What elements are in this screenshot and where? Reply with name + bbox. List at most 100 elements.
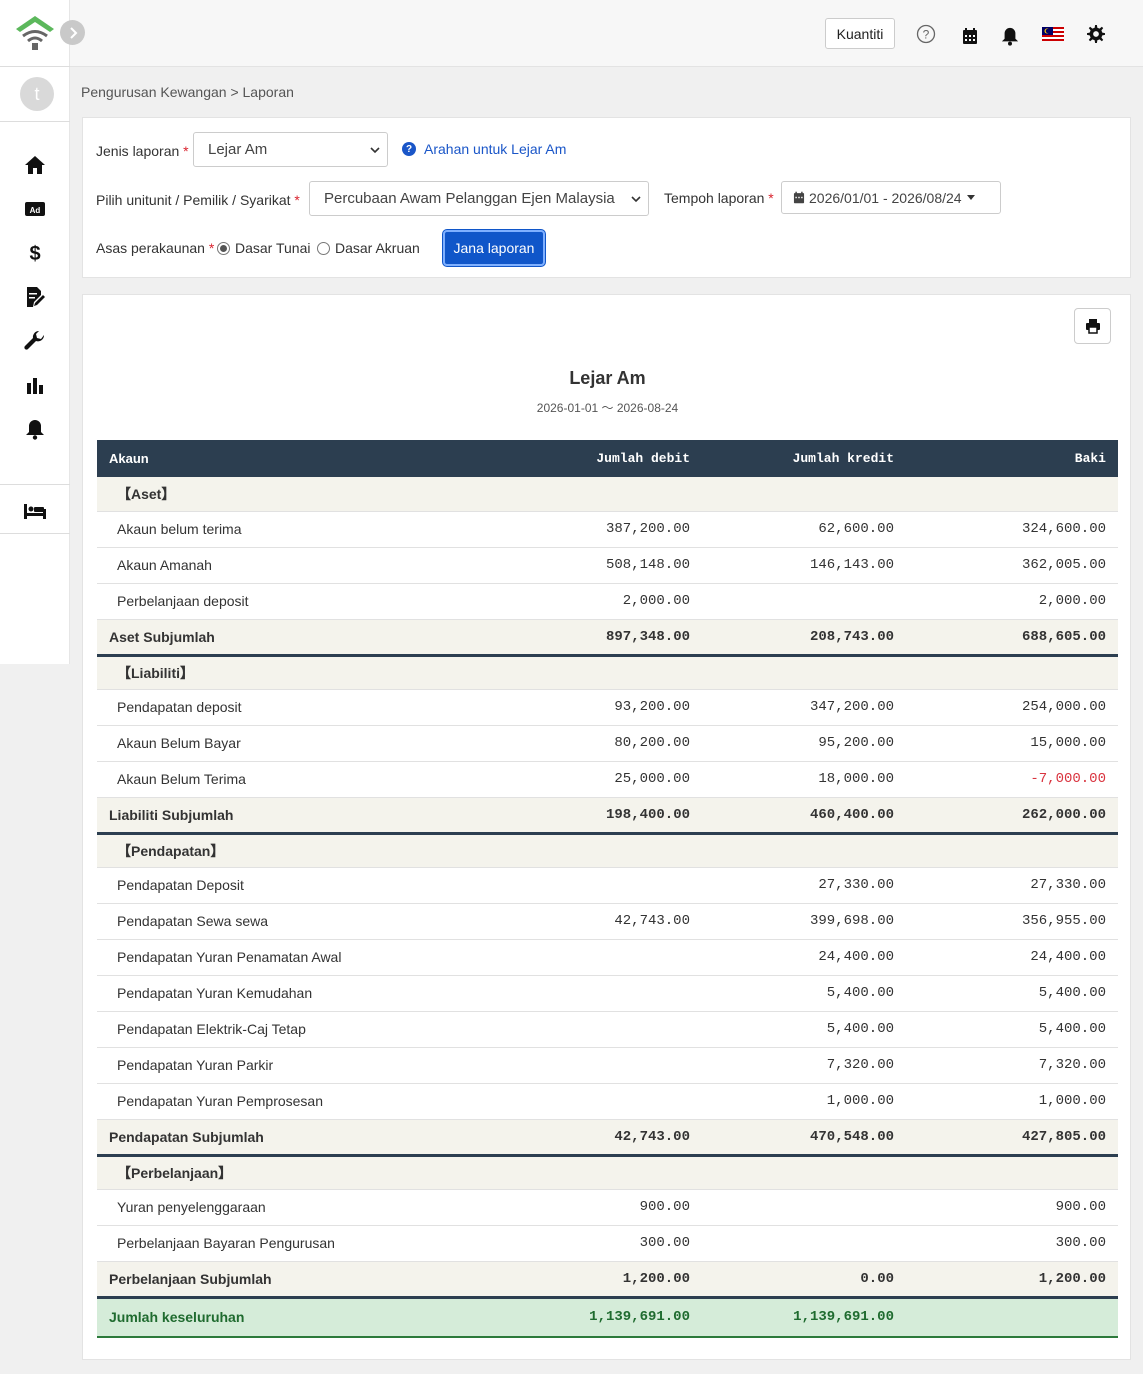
balance-cell: 15,000.00: [906, 725, 1118, 762]
account-name: Pendapatan Deposit: [97, 867, 497, 904]
table-row: Akaun belum terima 387,200.00 62,600.00 324…: [97, 511, 1118, 548]
category-row: 【Liabiliti】: [97, 655, 1118, 690]
table-row: Akaun Amanah 508,148.00 146,143.00 362,005.…: [97, 547, 1118, 584]
sidebar-toggle-button[interactable]: [60, 20, 85, 45]
radio-circle[interactable]: [317, 241, 330, 255]
radio-dasar-tunai[interactable]: Dasar Tunai: [217, 240, 310, 256]
document-edit-icon[interactable]: [22, 285, 48, 309]
account-name: Akaun belum terima: [97, 511, 497, 548]
category-label: 【Perbelanjaan】: [97, 1155, 1118, 1190]
table-row: Akaun Belum Bayar 80,200.00 95,200.00 15,00…: [97, 725, 1118, 762]
credit-cell: 347,200.00: [702, 689, 906, 726]
gear-icon[interactable]: [1085, 23, 1107, 45]
calendar-icon: [793, 191, 805, 204]
unit-label: Pilih unitunit / Pemilik / Syarikat *: [96, 192, 300, 208]
unit-select[interactable]: Percubaan Awam Pelanggan Ejen Malaysia: [309, 181, 649, 216]
help-icon[interactable]: ?: [915, 23, 937, 45]
credit-cell: 399,698.00: [702, 903, 906, 940]
malaysia-flag-icon[interactable]: [1041, 23, 1065, 45]
table-row: Pendapatan Yuran Pemprosesan 1,000.00 1,00…: [97, 1083, 1118, 1120]
credit-cell: 5,400.00: [702, 975, 906, 1012]
table-row: Pendapatan Yuran Kemudahan 5,400.00 5,400.…: [97, 975, 1118, 1012]
radio-dasar-akruan[interactable]: Dasar Akruan: [317, 240, 420, 256]
balance-cell: 24,400.00: [906, 939, 1118, 976]
debit-cell: 300.00: [497, 1225, 702, 1262]
bed-icon[interactable]: [22, 499, 48, 523]
balance-cell: 900.00: [906, 1189, 1118, 1226]
question-icon: ?: [402, 142, 416, 156]
subtotal-credit: 470,548.00: [702, 1119, 906, 1157]
table-row: Pendapatan Yuran Parkir 7,320.00 7,320.00: [97, 1047, 1118, 1084]
debit-cell: 25,000.00: [497, 761, 702, 798]
subtotal-row: Perbelanjaan Subjumlah 1,200.00 0.00 1,200.…: [97, 1261, 1118, 1299]
credit-cell: 7,320.00: [702, 1047, 906, 1084]
subtotal-balance: 688,605.00: [906, 619, 1118, 657]
subtotal-debit: 897,348.00: [497, 619, 702, 657]
date-range-picker[interactable]: 2026/01/01 - 2026/08/24: [781, 181, 1001, 214]
sidebar: t Ad $: [0, 0, 70, 664]
balance-cell: 254,000.00: [906, 689, 1118, 726]
subtotal-credit: 208,743.00: [702, 619, 906, 657]
radio-circle-checked[interactable]: [217, 241, 230, 255]
table-row: Perbelanjaan Bayaran Pengurusan 300.00 300…: [97, 1225, 1118, 1262]
account-name: Perbelanjaan Bayaran Pengurusan: [97, 1225, 497, 1262]
account-name: Yuran penyelenggaraan: [97, 1189, 497, 1226]
table-row: Akaun Belum Terima 25,000.00 18,000.00 -7,0…: [97, 761, 1118, 798]
chevron-down-icon: [631, 196, 641, 203]
dollar-icon[interactable]: $: [22, 241, 48, 265]
table-row: Pendapatan Sewa sewa 42,743.00 399,698.00 3…: [97, 903, 1118, 940]
debit-cell: 900.00: [497, 1189, 702, 1226]
bell-icon[interactable]: [22, 417, 48, 441]
wrench-icon[interactable]: [22, 329, 48, 353]
account-name: Pendapatan Yuran Pemprosesan: [97, 1083, 497, 1120]
subtotal-credit: 0.00: [702, 1261, 906, 1299]
report-period: 2026-01-01 〜 2026-08-24: [536, 401, 679, 415]
balance-cell: 300.00: [906, 1225, 1118, 1262]
date-range-value: 2026/01/01 - 2026/08/24: [809, 189, 962, 206]
sidebar-divider: [0, 533, 70, 534]
report-filter-panel: Jenis laporan * Lejar Am ? Arahan untuk …: [82, 117, 1131, 278]
ad-icon[interactable]: Ad: [22, 197, 48, 221]
table-row: Pendapatan Deposit 27,330.00 27,330.00: [97, 867, 1118, 904]
credit-cell: 24,400.00: [702, 939, 906, 976]
balance-cell: 5,400.00: [906, 1011, 1118, 1048]
kuantiti-button[interactable]: Kuantiti: [825, 18, 895, 49]
account-name: Pendapatan Elektrik-Caj Tetap: [97, 1011, 497, 1048]
breadcrumb: Pengurusan Kewangan > Laporan: [81, 84, 294, 100]
sidebar-divider: [0, 66, 70, 67]
generate-report-button[interactable]: Jana laporan: [443, 230, 545, 266]
print-button[interactable]: [1074, 308, 1111, 344]
balance-cell: 7,320.00: [906, 1047, 1118, 1084]
avatar[interactable]: t: [20, 77, 54, 111]
debit-cell: 2,000.00: [497, 583, 702, 620]
account-name: Pendapatan Yuran Penamatan Awal: [97, 939, 497, 976]
column-header-balance: Baki: [906, 440, 1118, 477]
period-label: Tempoh laporan *: [664, 190, 774, 206]
bar-chart-icon[interactable]: [22, 373, 48, 397]
ledger-table: Akaun Jumlah debit Jumlah kredit Baki 【A…: [97, 440, 1118, 1338]
debit-cell: 42,743.00: [497, 903, 702, 940]
category-label: 【Liabiliti】: [97, 655, 1118, 690]
credit-cell: [702, 1225, 906, 1262]
subtotal-label: Aset Subjumlah: [97, 619, 497, 657]
app-logo[interactable]: [14, 14, 56, 52]
column-header-debit: Jumlah debit: [497, 440, 702, 477]
debit-cell: 387,200.00: [497, 511, 702, 548]
balance-cell: 362,005.00: [906, 547, 1118, 584]
debit-cell: 93,200.00: [497, 689, 702, 726]
report-type-select[interactable]: Lejar Am: [193, 132, 388, 167]
report-title: Lejar Am: [569, 368, 646, 388]
home-icon[interactable]: [22, 153, 48, 177]
svg-text:?: ?: [923, 28, 930, 42]
calendar-icon[interactable]: [959, 25, 981, 47]
account-name: Akaun Belum Terima: [97, 761, 497, 798]
debit-cell: 80,200.00: [497, 725, 702, 762]
notification-bell-icon[interactable]: [999, 25, 1021, 47]
report-help-link[interactable]: ? Arahan untuk Lejar Am: [402, 141, 566, 157]
debit-cell: 508,148.00: [497, 547, 702, 584]
balance-cell: 356,955.00: [906, 903, 1118, 940]
subtotal-label: Liabiliti Subjumlah: [97, 797, 497, 835]
subtotal-debit: 1,200.00: [497, 1261, 702, 1299]
subtotal-row: Pendapatan Subjumlah 42,743.00 470,548.00 4…: [97, 1119, 1118, 1157]
unit-value: Percubaan Awam Pelanggan Ejen Malaysia: [324, 190, 615, 207]
